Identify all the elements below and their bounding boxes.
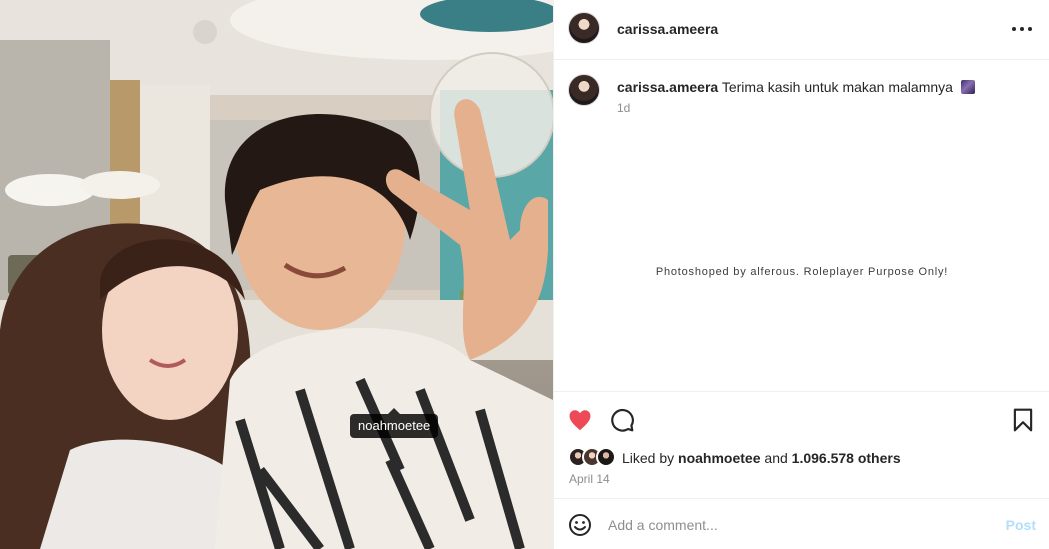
likes-row: Liked by noahmoetee and 1.096.578 others (568, 447, 901, 469)
liked-username[interactable]: noahmoetee (678, 450, 760, 466)
caption-time[interactable]: 1d (617, 101, 630, 115)
heart-filled-icon[interactable] (567, 407, 593, 433)
author-username[interactable]: carissa.ameera (617, 21, 718, 37)
comment-bar: Post (554, 498, 1049, 549)
liker-avatars[interactable] (568, 447, 620, 469)
caption-text: Terima kasih untuk makan malamnya (721, 79, 953, 95)
post-panel: carissa.ameera carissa.ameera Terima kas… (553, 0, 1049, 549)
caption-avatar[interactable] (568, 74, 600, 106)
caption-username[interactable]: carissa.ameera (617, 79, 718, 95)
watermark-text: Photoshoped by alferous. Roleplayer Purp… (655, 266, 949, 278)
likes-summary: Liked by noahmoetee and 1.096.578 others (622, 450, 901, 466)
post-header: carissa.ameera (554, 0, 1049, 60)
post-actions: Liked by noahmoetee and 1.096.578 others… (554, 391, 1049, 498)
bookmark-icon[interactable] (1010, 407, 1036, 433)
photo-illustration (0, 0, 553, 549)
post-date[interactable]: April 14 (569, 472, 610, 486)
smiley-icon[interactable] (568, 513, 592, 537)
night-emoji-icon (960, 80, 975, 94)
comment-bubble-icon[interactable] (609, 407, 635, 433)
caption: carissa.ameera Terima kasih untuk makan … (617, 78, 1027, 96)
liked-count[interactable]: 1.096.578 others (792, 450, 901, 466)
more-horizontal-icon[interactable] (1010, 20, 1034, 38)
author-avatar[interactable] (568, 12, 600, 44)
liker-avatar (596, 447, 616, 467)
post-photo[interactable]: noahmoetee (0, 0, 553, 549)
user-tag[interactable]: noahmoetee (350, 408, 439, 438)
comment-input[interactable] (608, 511, 988, 539)
post-comment-button[interactable]: Post (1006, 517, 1036, 533)
liked-and-label: and (764, 450, 788, 466)
liked-by-label: Liked by (622, 450, 675, 466)
